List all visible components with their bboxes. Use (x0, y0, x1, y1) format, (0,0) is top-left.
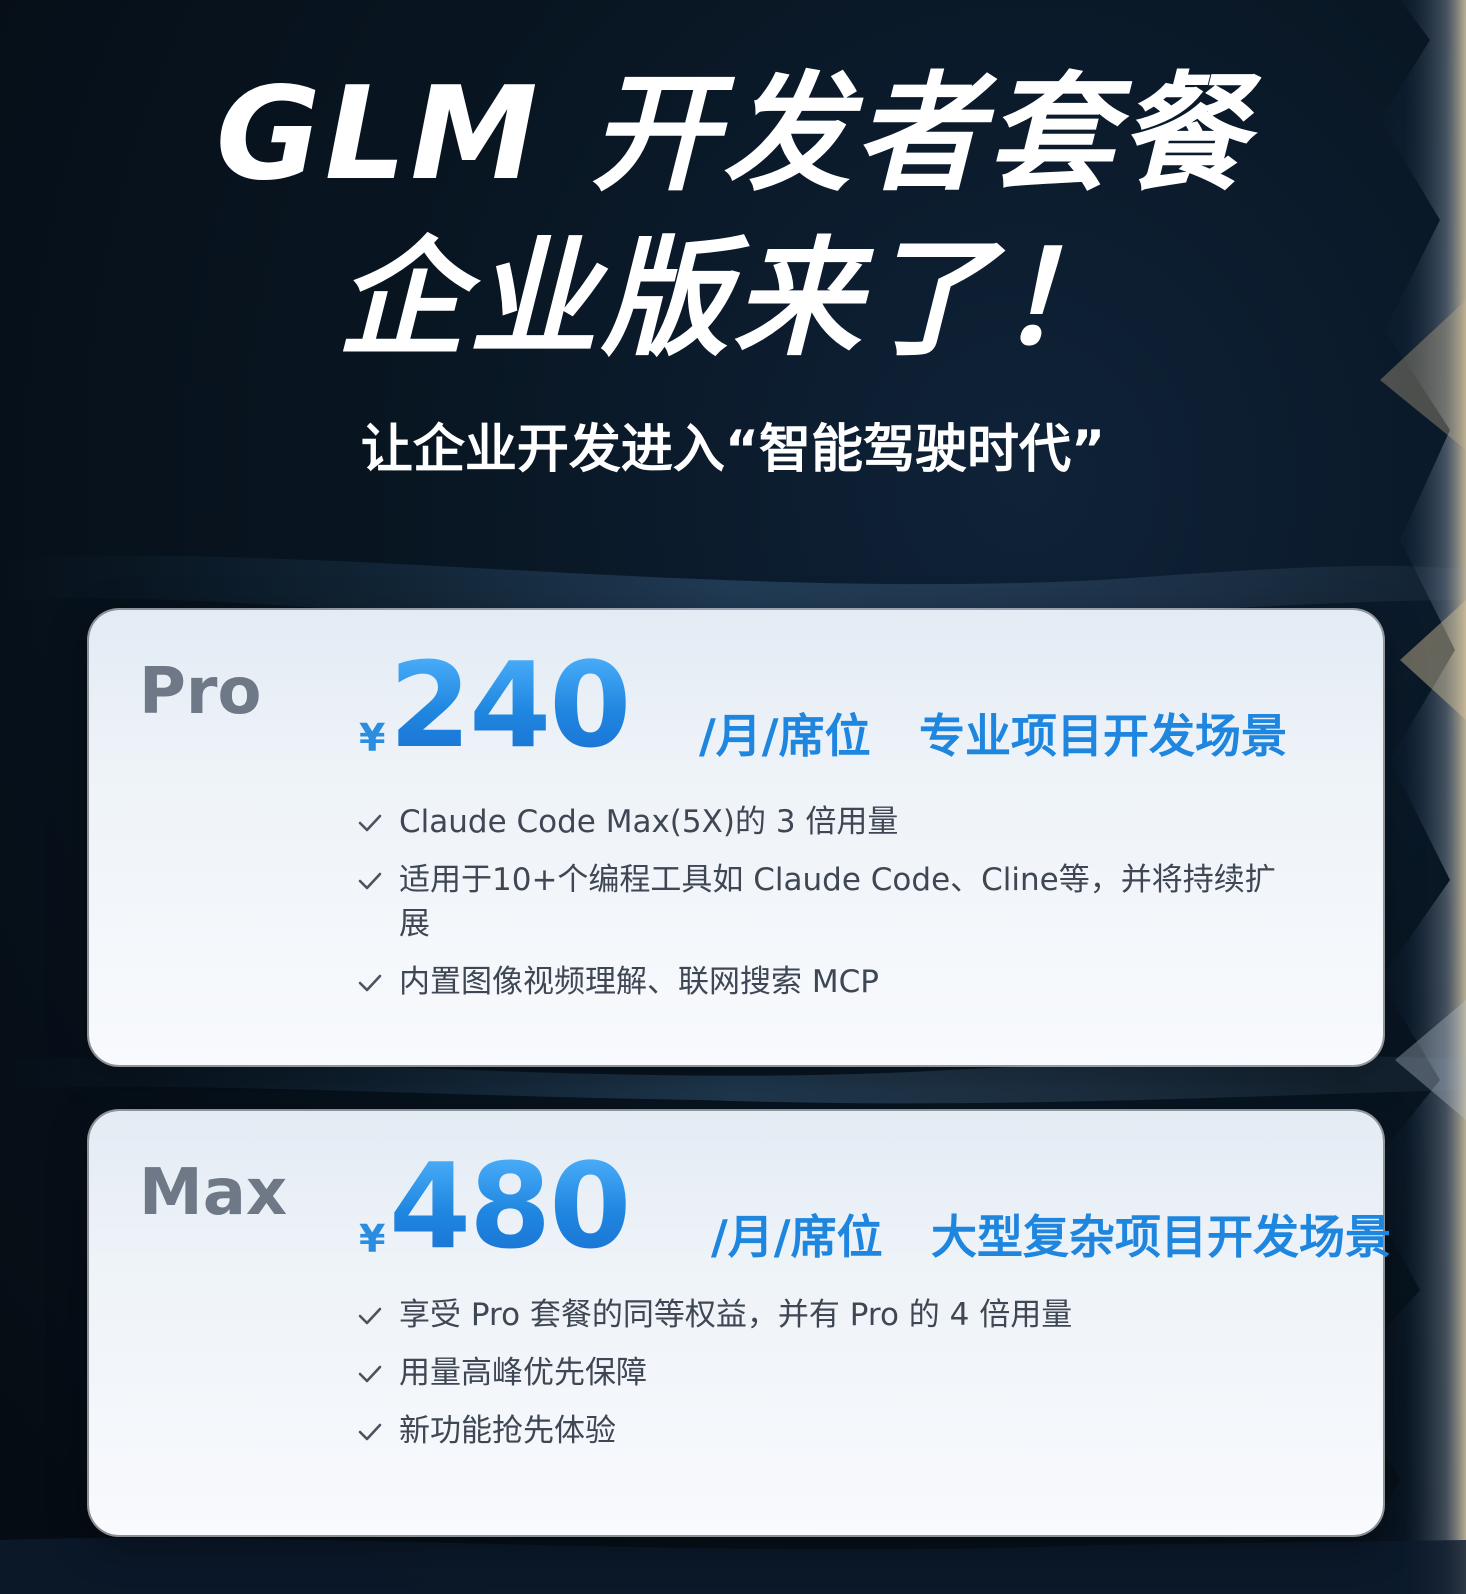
check-icon (358, 872, 382, 890)
feature-list: 享受 Pro 套餐的同等权益，并有 Pro 的 4 倍用量 用量高峰优先保障 新… (357, 1293, 1299, 1467)
plan-card-max: Max ¥ 480 /月/席位 大型复杂项目开发场景 享受 Pro 套餐的同等权… (89, 1111, 1391, 1535)
plan-card-pro: Pro ¥ 240 /月/席位 专业项目开发场景 Claude Code Max… (89, 610, 1383, 1065)
headline-line-2: 企业版来了！ (336, 225, 1129, 374)
feature-item: 内置图像视频理解、联网搜索 MCP (357, 960, 1299, 1004)
plan-name: Max (139, 1156, 288, 1230)
plan-scene: 大型复杂项目开发场景 (931, 1210, 1391, 1264)
check-icon (358, 1423, 382, 1441)
feature-list: Claude Code Max(5X)的 3 倍用量 适用于10+个编程工具如 … (357, 800, 1299, 1018)
feature-text: Claude Code Max(5X)的 3 倍用量 (399, 804, 899, 840)
feature-text: 内置图像视频理解、联网搜索 MCP (399, 964, 879, 1000)
plan-price: 240 (389, 636, 631, 774)
plan-name: Pro (139, 655, 262, 729)
check-icon (358, 814, 382, 832)
plan-price: 480 (389, 1137, 631, 1275)
currency-symbol: ¥ (359, 1217, 386, 1261)
feature-item: 用量高峰优先保障 (357, 1351, 1299, 1395)
currency-symbol: ¥ (359, 716, 386, 760)
plan-scene: 专业项目开发场景 (919, 709, 1287, 763)
price-unit: /月/席位 (711, 1210, 883, 1264)
feature-text: 享受 Pro 套餐的同等权益，并有 Pro 的 4 倍用量 (399, 1297, 1073, 1333)
check-icon (358, 1307, 382, 1325)
feature-item: 新功能抢先体验 (357, 1409, 1299, 1453)
headline-subtitle: 让企业开发进入“智能驾驶时代” (360, 420, 1106, 480)
check-icon (358, 974, 382, 992)
feature-text: 用量高峰优先保障 (399, 1355, 647, 1391)
price-unit: /月/席位 (699, 709, 871, 763)
feature-item: Claude Code Max(5X)的 3 倍用量 (357, 800, 1299, 844)
feature-text: 适用于10+个编程工具如 Claude Code、Cline等，并将持续扩展 (399, 862, 1276, 942)
feature-item: 享受 Pro 套餐的同等权益，并有 Pro 的 4 倍用量 (357, 1293, 1299, 1337)
headline-line-1: GLM 开发者套餐 (215, 60, 1251, 209)
feature-item: 适用于10+个编程工具如 Claude Code、Cline等，并将持续扩展 (357, 858, 1299, 946)
feature-text: 新功能抢先体验 (399, 1413, 616, 1449)
check-icon (358, 1365, 382, 1383)
